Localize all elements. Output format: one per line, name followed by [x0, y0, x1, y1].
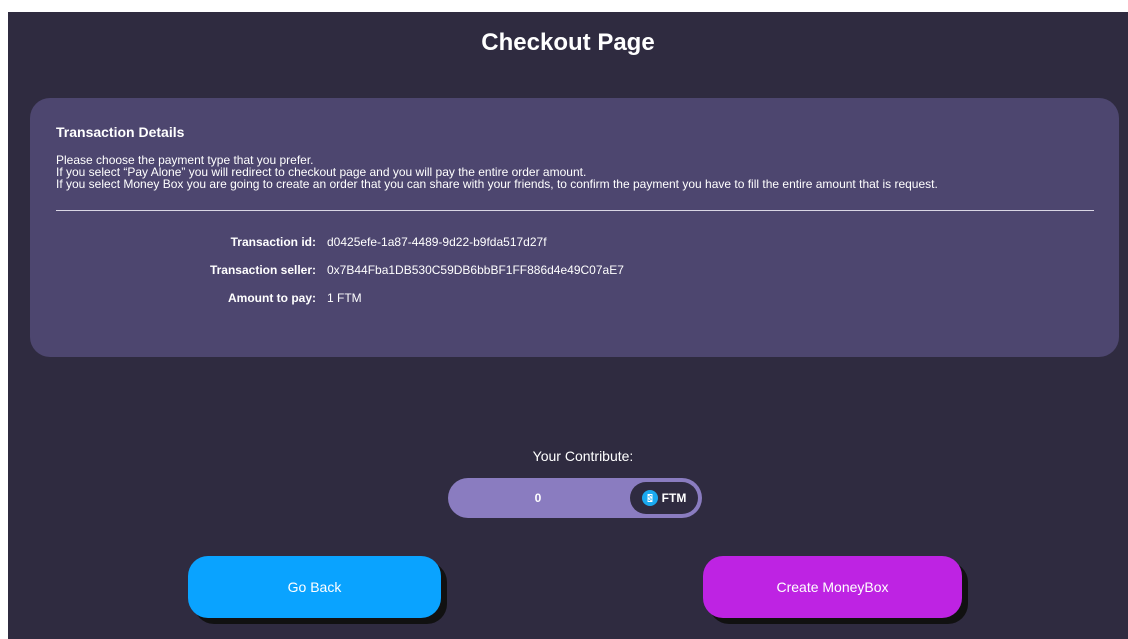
contribute-input-group: FTM: [448, 478, 702, 518]
detail-row-transaction-seller: Transaction seller: 0x7B44Fba1DB530C59DB…: [30, 263, 1119, 291]
contribute-amount-input[interactable]: [448, 478, 628, 518]
go-back-button[interactable]: Go Back: [188, 556, 441, 618]
divider: [56, 210, 1094, 211]
page-title: Checkout Page: [481, 29, 655, 56]
payment-type-description: Please choose the payment type that you …: [56, 154, 1096, 190]
create-moneybox-button[interactable]: Create MoneyBox: [703, 556, 962, 618]
detail-row-transaction-id: Transaction id: d0425efe-1a87-4489-9d22-…: [30, 235, 1119, 263]
card-heading: Transaction Details: [56, 124, 185, 140]
contribute-label: Your Contribute:: [532, 448, 634, 464]
detail-row-amount-to-pay: Amount to pay: 1 FTM: [30, 291, 1119, 319]
transaction-id-value: d0425efe-1a87-4489-9d22-b9fda517d27f: [327, 235, 547, 249]
detail-label: Transaction seller:: [209, 263, 316, 277]
detail-label: Transaction id:: [230, 235, 316, 249]
fantom-icon: [641, 490, 658, 506]
detail-label: Amount to pay:: [228, 291, 316, 305]
currency-badge: FTM: [630, 482, 698, 514]
amount-to-pay-value: 1 FTM: [327, 291, 362, 305]
transaction-seller-value: 0x7B44Fba1DB530C59DB6bbBF1FF886d4e49C07a…: [327, 263, 624, 277]
checkout-page: Checkout Page Transaction Details Please…: [8, 12, 1128, 639]
description-line: If you select Money Box you are going to…: [56, 177, 938, 191]
transaction-details-list: Transaction id: d0425efe-1a87-4489-9d22-…: [30, 235, 1119, 319]
currency-label: FTM: [661, 491, 687, 505]
transaction-details-card: Transaction Details Please choose the pa…: [30, 98, 1119, 357]
